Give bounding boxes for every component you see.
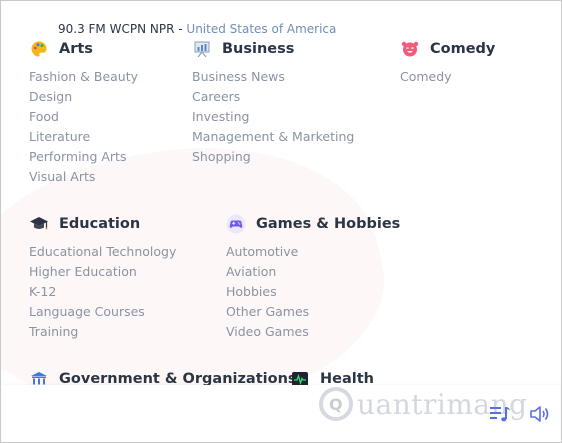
now-playing-bar [2,385,560,442]
subcategory-item[interactable]: Hobbies [226,282,400,302]
subcategory-item[interactable]: Higher Education [29,262,176,282]
category-games-header[interactable]: Games & Hobbies [226,213,400,235]
subcategory-item[interactable]: Management & Marketing [192,127,354,147]
subcategory-item[interactable]: Shopping [192,147,354,167]
palette-icon [29,39,49,59]
category-title: Business [222,41,295,57]
subcategory-item[interactable]: Language Courses [29,302,176,322]
subcategory-item[interactable]: Performing Arts [29,147,138,167]
subcategory-list: Fashion & Beauty Design Food Literature … [29,67,138,187]
subcategory-item[interactable]: Business News [192,67,354,87]
category-arts: Arts Fashion & Beauty Design Food Litera… [29,38,138,187]
station-separator: - [174,22,187,36]
category-title: Arts [59,41,93,57]
category-education-header[interactable]: Education [29,213,176,235]
subcategory-item[interactable]: Investing [192,107,354,127]
category-arts-header[interactable]: Arts [29,38,138,60]
subcategory-item[interactable]: Fashion & Beauty [29,67,138,87]
category-business: Business Business News Careers Investing… [192,38,354,167]
category-title: Comedy [430,41,496,57]
category-education: Education Educational Technology Higher … [29,213,176,342]
station-name: 90.3 FM WCPN NPR [58,22,175,36]
gamepad-icon [226,214,246,234]
subcategory-list: Comedy [400,67,495,87]
subcategory-item[interactable]: Comedy [400,67,495,87]
laughing-face-icon [400,39,420,59]
subcategory-list: Automotive Aviation Hobbies Other Games … [226,242,400,342]
subcategory-item[interactable]: Careers [192,87,354,107]
station-country-link[interactable]: United States of America [186,22,336,36]
category-comedy: Comedy Comedy [400,38,495,87]
presentation-chart-icon [192,39,212,59]
category-business-header[interactable]: Business [192,38,354,60]
volume-button[interactable] [528,405,552,427]
now-playing-station: 90.3 FM WCPN NPR - United States of Amer… [58,22,336,36]
playlist-button[interactable] [488,405,512,427]
subcategory-item[interactable]: Design [29,87,138,107]
category-games-hobbies: Games & Hobbies Automotive Aviation Hobb… [226,213,400,342]
subcategory-item[interactable]: Training [29,322,176,342]
category-title: Games & Hobbies [256,216,401,232]
subcategory-item[interactable]: Food [29,107,138,127]
subcategory-item[interactable]: Literature [29,127,138,147]
playlist-music-icon [489,404,511,428]
speaker-volume-icon [529,404,551,428]
subcategory-item[interactable]: Other Games [226,302,400,322]
subcategory-item[interactable]: Educational Technology [29,242,176,262]
category-comedy-header[interactable]: Comedy [400,38,495,60]
podcast-categories-panel: Arts Fashion & Beauty Design Food Litera… [0,0,562,443]
subcategory-list: Educational Technology Higher Education … [29,242,176,342]
subcategory-item[interactable]: Aviation [226,262,400,282]
subcategory-item[interactable]: K-12 [29,282,176,302]
subcategory-item[interactable]: Video Games [226,322,400,342]
category-title: Education [59,216,141,232]
graduation-cap-icon [29,214,49,234]
subcategory-item[interactable]: Automotive [226,242,400,262]
subcategory-list: Business News Careers Investing Manageme… [192,67,354,167]
subcategory-item[interactable]: Visual Arts [29,167,138,187]
